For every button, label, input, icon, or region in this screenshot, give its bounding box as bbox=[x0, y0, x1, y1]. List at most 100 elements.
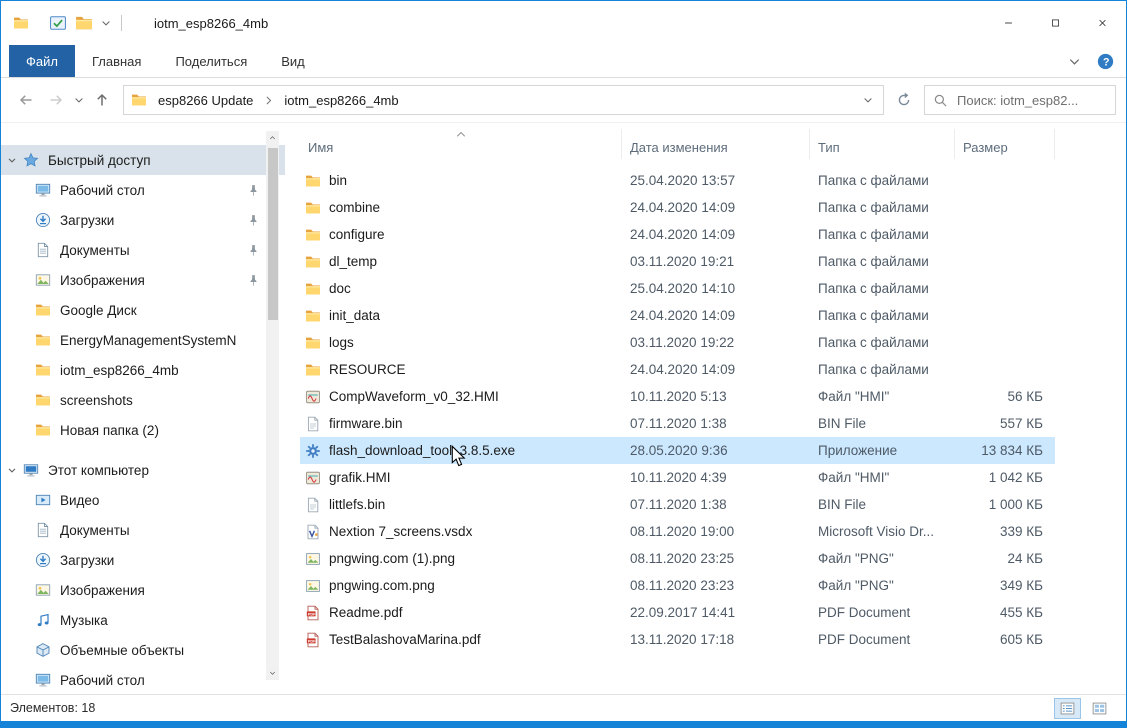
sidebar-item[interactable]: Новая папка (2) bbox=[1, 415, 285, 445]
forward-button[interactable] bbox=[41, 85, 71, 115]
file-row[interactable]: init_data24.04.2020 14:09Папка с файлами bbox=[300, 302, 1055, 329]
sidebar-item[interactable]: Google Диск bbox=[1, 295, 285, 325]
file-row[interactable]: Nextion 7_screens.vsdx08.11.2020 19:00Mi… bbox=[300, 518, 1055, 545]
up-button[interactable] bbox=[87, 85, 117, 115]
items-count: Элементов: 18 bbox=[10, 701, 95, 715]
column-header-date[interactable]: Дата изменения bbox=[622, 129, 810, 159]
pictures-icon bbox=[35, 582, 51, 598]
file-date-modified: 24.04.2020 14:09 bbox=[622, 227, 810, 242]
sidebar-list: Быстрый доступРабочий столЗагрузкиДокуме… bbox=[1, 145, 285, 694]
sidebar-item-label: Видео bbox=[60, 493, 99, 508]
sidebar-item[interactable]: iotm_esp8266_4mb bbox=[1, 355, 285, 385]
sidebar-item-label: screenshots bbox=[60, 393, 133, 408]
sidebar-item[interactable]: Рабочий стол bbox=[1, 175, 285, 205]
expander-icon[interactable] bbox=[6, 464, 18, 476]
sidebar-item[interactable]: Изображения bbox=[1, 265, 285, 295]
address-dropdown-button[interactable] bbox=[855, 86, 881, 114]
location-folder-icon bbox=[131, 92, 147, 108]
sidebar-item-label: Быстрый доступ bbox=[48, 153, 151, 168]
file-date-modified: 03.11.2020 19:21 bbox=[622, 254, 810, 269]
file-row[interactable]: pngwing.com (1).png08.11.2020 23:25Файл … bbox=[300, 545, 1055, 572]
sidebar-item[interactable]: Этот компьютер bbox=[1, 455, 285, 485]
maximize-button[interactable] bbox=[1032, 1, 1079, 45]
sidebar-item[interactable]: Видео bbox=[1, 485, 285, 515]
expander-icon[interactable] bbox=[6, 154, 18, 166]
close-button[interactable] bbox=[1079, 1, 1126, 45]
bin-file-icon bbox=[305, 497, 321, 513]
file-row[interactable]: RESOURCE24.04.2020 14:09Папка с файлами bbox=[300, 356, 1055, 383]
file-size: 1 000 КБ bbox=[955, 497, 1055, 512]
tab-file[interactable]: Файл bbox=[9, 45, 75, 77]
sidebar-item[interactable]: Рабочий стол bbox=[1, 665, 285, 694]
folder-icon bbox=[305, 308, 321, 324]
folder-icon bbox=[305, 362, 321, 378]
recent-locations-dropdown[interactable] bbox=[71, 85, 87, 115]
thumbnails-view-button[interactable] bbox=[1086, 698, 1113, 719]
sidebar-item[interactable]: Объемные объекты bbox=[1, 635, 285, 665]
chevron-right-icon[interactable] bbox=[262, 94, 275, 107]
file-name: doc bbox=[329, 281, 351, 296]
file-row[interactable]: grafik.HMI10.11.2020 4:39Файл "HMI"1 042… bbox=[300, 464, 1055, 491]
svg-text:PDF: PDF bbox=[308, 612, 316, 616]
details-view-button[interactable] bbox=[1054, 698, 1081, 719]
sidebar-item[interactable]: Документы bbox=[1, 235, 285, 265]
sidebar-item[interactable]: Изображения bbox=[1, 575, 285, 605]
file-row[interactable]: pngwing.com.png08.11.2020 23:23Файл "PNG… bbox=[300, 572, 1055, 599]
file-row[interactable]: flash_download_tool_3.8.5.exe28.05.2020 … bbox=[300, 437, 1055, 464]
search-input[interactable] bbox=[955, 92, 1107, 109]
file-row[interactable]: dl_temp03.11.2020 19:21Папка с файлами bbox=[300, 248, 1055, 275]
refresh-button[interactable] bbox=[889, 85, 919, 115]
tab-home[interactable]: Главная bbox=[75, 45, 158, 77]
sidebar-item[interactable]: Документы bbox=[1, 515, 285, 545]
file-row[interactable]: combine24.04.2020 14:09Папка с файлами bbox=[300, 194, 1055, 221]
folder-icon bbox=[35, 422, 51, 438]
file-row[interactable]: configure24.04.2020 14:09Папка с файлами bbox=[300, 221, 1055, 248]
file-name: pngwing.com (1).png bbox=[329, 551, 455, 566]
address-bar: esp8266 Update iotm_esp8266_4mb bbox=[1, 78, 1126, 123]
help-icon[interactable]: ? bbox=[1097, 53, 1114, 70]
file-row[interactable]: littlefs.bin07.11.2020 1:38BIN File1 000… bbox=[300, 491, 1055, 518]
file-type: Папка с файлами bbox=[810, 173, 955, 188]
column-header-type[interactable]: Тип bbox=[810, 129, 955, 159]
file-row[interactable]: PDFReadme.pdf22.09.2017 14:41PDF Documen… bbox=[300, 599, 1055, 626]
titlebar-separator bbox=[121, 15, 122, 31]
file-row[interactable]: bin25.04.2020 13:57Папка с файлами bbox=[300, 167, 1055, 194]
scroll-up-button[interactable] bbox=[266, 131, 279, 145]
qat-new-folder-button[interactable] bbox=[71, 10, 97, 36]
tab-view[interactable]: Вид bbox=[264, 45, 322, 77]
breadcrumb-item[interactable]: esp8266 Update bbox=[149, 86, 262, 114]
file-size: 339 КБ bbox=[955, 524, 1055, 539]
file-row[interactable]: PDFTestBalashovaMarina.pdf13.11.2020 17:… bbox=[300, 626, 1055, 653]
sidebar-item[interactable]: Загрузки bbox=[1, 545, 285, 575]
sidebar-item-label: EnergyManagementSystemN bbox=[60, 333, 236, 348]
sidebar-item[interactable]: Быстрый доступ bbox=[1, 145, 285, 175]
qat-checkmark-button[interactable] bbox=[45, 10, 71, 36]
window-controls bbox=[985, 1, 1126, 45]
folder-icon bbox=[305, 200, 321, 216]
file-row[interactable]: firmware.bin07.11.2020 1:38BIN File557 К… bbox=[300, 410, 1055, 437]
column-header-name[interactable]: Имя bbox=[300, 129, 622, 159]
scrollbar-thumb[interactable] bbox=[268, 148, 278, 320]
file-type: Папка с файлами bbox=[810, 281, 955, 296]
file-row[interactable]: logs03.11.2020 19:22Папка с файлами bbox=[300, 329, 1055, 356]
minimize-button[interactable] bbox=[985, 1, 1032, 45]
documents-icon bbox=[35, 522, 51, 538]
sidebar-item-label: Загрузки bbox=[60, 553, 114, 568]
sidebar-item[interactable]: screenshots bbox=[1, 385, 285, 415]
file-list-header: ИмяДата измененияТипРазмер bbox=[300, 129, 1126, 159]
tab-share[interactable]: Поделиться bbox=[158, 45, 264, 77]
column-header-size[interactable]: Размер bbox=[955, 129, 1055, 159]
address-box[interactable]: esp8266 Update iotm_esp8266_4mb bbox=[123, 85, 884, 115]
file-row[interactable]: CompWaveform_v0_32.HMI10.11.2020 5:13Фай… bbox=[300, 383, 1055, 410]
sidebar-scrollbar[interactable] bbox=[266, 131, 279, 680]
file-row[interactable]: doc25.04.2020 14:10Папка с файлами bbox=[300, 275, 1055, 302]
back-button[interactable] bbox=[11, 85, 41, 115]
sidebar-item[interactable]: Музыка bbox=[1, 605, 285, 635]
qat-customize-dropdown[interactable] bbox=[97, 10, 115, 36]
scrollbar-track[interactable] bbox=[266, 145, 279, 666]
sidebar-item[interactable]: Загрузки bbox=[1, 205, 285, 235]
scroll-down-button[interactable] bbox=[266, 666, 279, 680]
sidebar-item[interactable]: EnergyManagementSystemN bbox=[1, 325, 285, 355]
ribbon-expand-icon[interactable] bbox=[1067, 54, 1082, 69]
breadcrumb-item[interactable]: iotm_esp8266_4mb bbox=[275, 86, 407, 114]
